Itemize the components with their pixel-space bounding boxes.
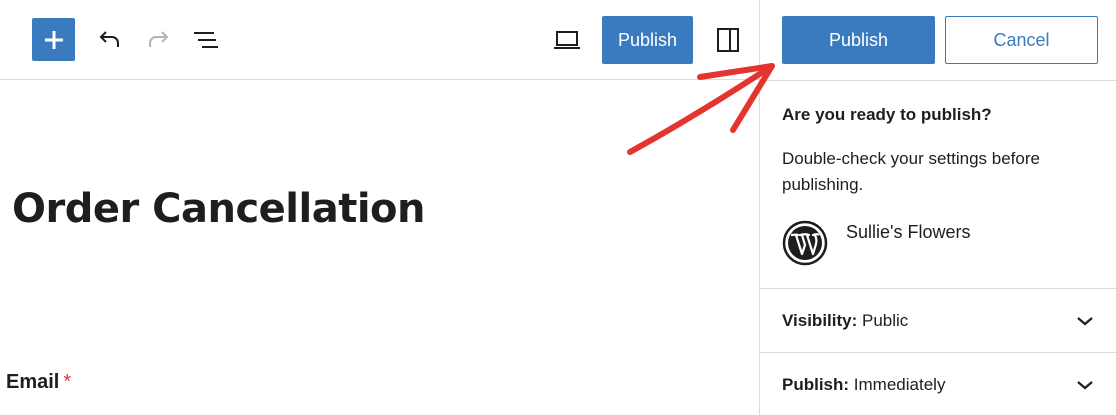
publish-schedule-value: Immediately [853, 375, 946, 394]
cancel-button[interactable]: Cancel [945, 16, 1098, 64]
publish-description: Double-check your settings before publis… [782, 149, 1040, 194]
publish-schedule-label: Publish: [782, 375, 850, 394]
publish-panel-header: Publish Cancel [760, 0, 1116, 80]
wordpress-logo-icon [782, 220, 828, 266]
redo-button[interactable] [144, 26, 172, 54]
chevron-down-icon [1077, 317, 1093, 326]
publish-question: Are you ready to publish? [782, 105, 992, 124]
site-divider [760, 288, 1116, 289]
settings-sidebar-toggle[interactable] [714, 26, 742, 54]
email-label-text: Email [6, 371, 60, 393]
undo-button[interactable] [96, 26, 124, 54]
list-view-button[interactable] [192, 26, 220, 54]
plus-icon [44, 30, 63, 49]
publish-schedule-row[interactable]: Publish: Immediately [782, 373, 1094, 397]
header-divider [760, 80, 1116, 81]
add-block-button[interactable] [32, 18, 75, 61]
visibility-value: Public [862, 311, 909, 330]
visibility-row[interactable]: Visibility: Public [782, 309, 1094, 333]
redo-icon [149, 31, 169, 47]
visibility-divider [760, 352, 1116, 353]
chevron-down-icon [1077, 381, 1093, 390]
required-asterisk: * [63, 371, 72, 393]
laptop-icon [554, 31, 580, 49]
page-title[interactable]: Order Cancellation [12, 186, 426, 232]
editor-toolbar: Publish [0, 0, 759, 80]
site-info: Sullie's Flowers [782, 220, 970, 266]
preview-button[interactable] [553, 26, 581, 54]
sidebar-toggle-icon [717, 28, 739, 52]
email-field-label: Email * [6, 371, 71, 394]
confirm-publish-button[interactable]: Publish [782, 16, 935, 64]
undo-icon [99, 31, 119, 47]
site-name: Sullie's Flowers [846, 222, 971, 242]
publish-button[interactable]: Publish [602, 16, 693, 64]
visibility-label: Visibility: [782, 311, 858, 330]
list-view-icon [194, 32, 218, 48]
publish-panel: Publish Cancel Are you ready to publish?… [759, 0, 1116, 415]
